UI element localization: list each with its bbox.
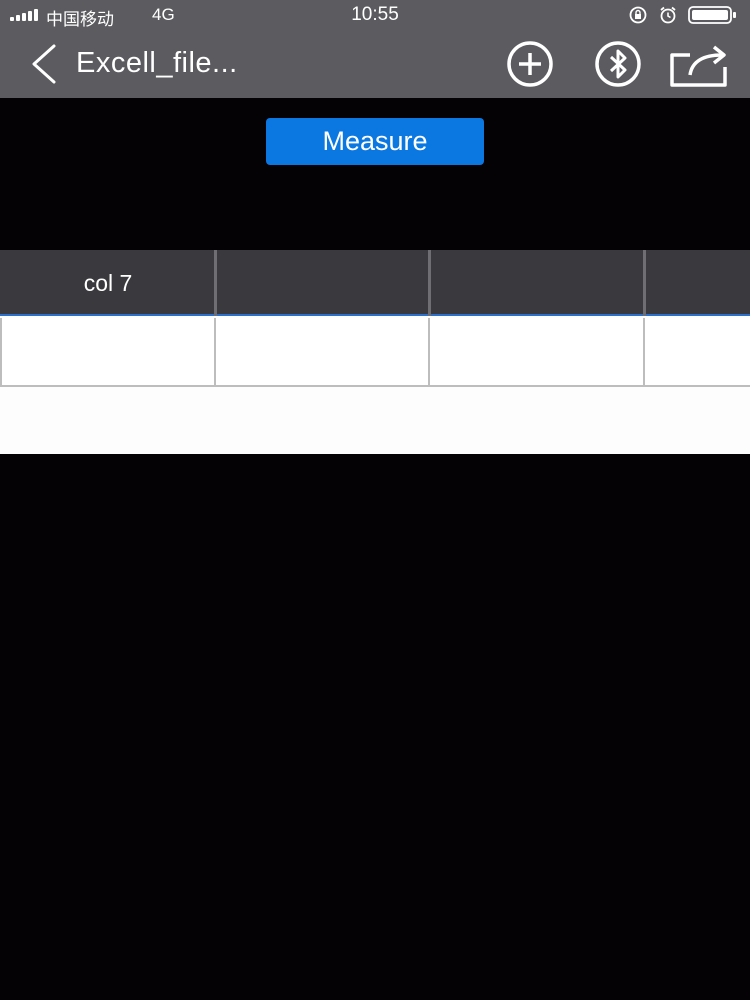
back-button[interactable] [22, 42, 70, 86]
battery-icon [688, 6, 736, 24]
status-icons [628, 5, 740, 25]
share-icon [670, 45, 727, 87]
chevron-left-icon [32, 44, 56, 84]
app-screen: 中国移动 4G 10:55 Excell_file... Measure col… [0, 0, 750, 1000]
measure-button[interactable]: Measure [266, 118, 484, 165]
status-bar: 中国移动 4G 10:55 [0, 0, 750, 30]
add-icon [507, 41, 553, 87]
bluetooth-button[interactable] [586, 39, 650, 89]
table-cell[interactable] [216, 318, 428, 385]
share-button[interactable] [668, 39, 732, 89]
column-header[interactable]: col 7 [0, 250, 216, 316]
alarm-icon [660, 6, 676, 24]
table-cell[interactable] [2, 318, 214, 385]
table-header-row: col 7 [0, 250, 750, 316]
top-bar: 中国移动 4G 10:55 Excell_file... [0, 0, 750, 98]
page-title: Excell_file... [76, 47, 238, 79]
navigation-bar: Excell_file... [0, 30, 750, 98]
spreadsheet-table: col 7 [0, 250, 750, 454]
table-row [0, 318, 750, 387]
column-header[interactable] [431, 250, 643, 316]
column-header[interactable] [217, 250, 429, 316]
add-button[interactable] [498, 39, 562, 89]
bluetooth-icon [595, 41, 641, 87]
table-cell[interactable] [430, 318, 642, 385]
table-cell[interactable] [645, 318, 750, 385]
column-header[interactable] [646, 250, 750, 316]
orientation-lock-icon [629, 6, 647, 24]
